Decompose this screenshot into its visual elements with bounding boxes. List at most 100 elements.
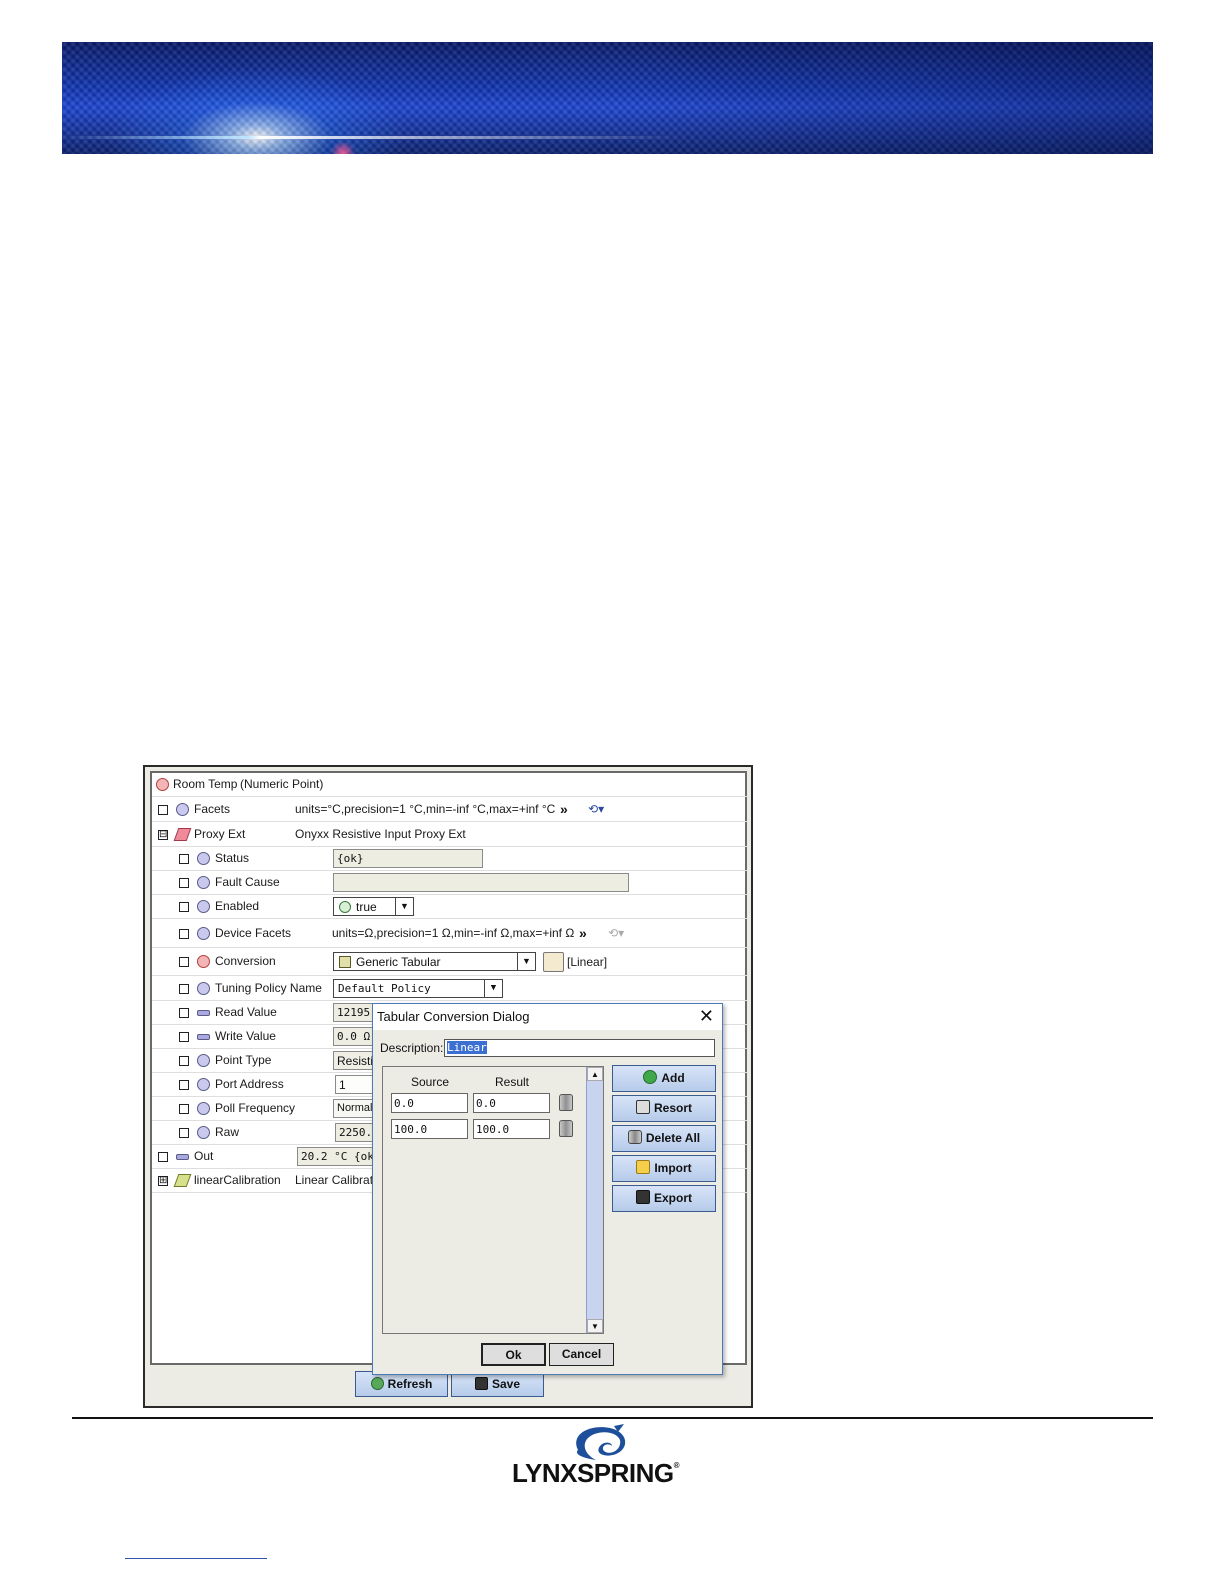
- tuning-policy-select[interactable]: Default Policy ▼: [333, 979, 503, 998]
- trash-icon[interactable]: [559, 1120, 573, 1137]
- row-toggle[interactable]: [179, 1080, 189, 1090]
- row-fault-cause[interactable]: Fault Cause: [152, 871, 747, 895]
- dialog-title: Tabular Conversion Dialog: [377, 1009, 530, 1024]
- proxy-ext-value: Onyxx Resistive Input Proxy Ext: [295, 827, 466, 841]
- row-toggle[interactable]: [179, 902, 189, 912]
- footer-rule: [72, 1417, 1153, 1419]
- row-expand-toggle[interactable]: ⊞: [158, 1176, 168, 1186]
- export-label: Export: [653, 1191, 692, 1205]
- facets-edit-chevron[interactable]: »: [560, 801, 568, 817]
- description-input[interactable]: Linear: [444, 1039, 715, 1057]
- description-value: Linear: [447, 1041, 487, 1054]
- property-icon: [197, 982, 210, 995]
- resort-button[interactable]: Resort: [612, 1095, 716, 1122]
- tabular-conversion-dialog: Tabular Conversion Dialog ✕ Description:…: [372, 1003, 723, 1375]
- row-label: Conversion: [215, 954, 276, 968]
- registered-mark: ®: [673, 1461, 680, 1470]
- trash-icon[interactable]: [559, 1094, 573, 1111]
- save-icon: [635, 1190, 650, 1204]
- property-icon: [197, 1054, 210, 1067]
- row-toggle[interactable]: [179, 929, 189, 939]
- column-header-source: Source: [411, 1075, 450, 1089]
- add-button[interactable]: Add: [612, 1065, 716, 1092]
- lynxspring-logo: LYNXSPRING®: [512, 1424, 687, 1488]
- description-label: Description:: [380, 1041, 444, 1055]
- refresh-icon: [370, 1377, 384, 1390]
- device-facets-edit-chevron[interactable]: »: [579, 925, 587, 941]
- delete-all-label: Delete All: [645, 1131, 701, 1145]
- row-label: Device Facets: [215, 926, 292, 940]
- footer-link-underline: [125, 1558, 267, 1559]
- row-label: Port Address: [215, 1077, 284, 1091]
- conversion-value: Generic Tabular: [356, 955, 441, 969]
- row-device-facets[interactable]: Device Facets units=Ω,precision=1 Ω,min=…: [152, 920, 747, 948]
- status-field: {ok}: [333, 849, 483, 868]
- scroll-down-arrow[interactable]: ▼: [587, 1319, 603, 1333]
- delete-all-button[interactable]: Delete All: [612, 1125, 716, 1152]
- sheet-subtitle: (Numeric Point): [240, 777, 324, 791]
- row-toggle[interactable]: [179, 1128, 189, 1138]
- dialog-titlebar: Tabular Conversion Dialog ✕: [373, 1004, 722, 1030]
- property-icon: [197, 1126, 210, 1139]
- property-icon: [176, 803, 189, 816]
- enabled-status-icon: [339, 901, 351, 913]
- chevron-down-icon[interactable]: ▼: [395, 898, 413, 915]
- ok-button[interactable]: Ok: [481, 1343, 546, 1366]
- chevron-down-icon[interactable]: ▼: [484, 980, 502, 997]
- cancel-button[interactable]: Cancel: [549, 1343, 614, 1366]
- linear-calibration-value: Linear Calibratio: [295, 1173, 383, 1187]
- logo-wordmark: LYNXSPRING®: [512, 1458, 687, 1489]
- row-toggle[interactable]: [179, 984, 189, 994]
- close-icon[interactable]: ✕: [699, 1006, 714, 1026]
- result-cell[interactable]: 0.0: [473, 1093, 550, 1113]
- row-label: linearCalibration: [194, 1173, 281, 1187]
- row-toggle[interactable]: [179, 1056, 189, 1066]
- row-label: Proxy Ext: [194, 827, 246, 841]
- resort-label: Resort: [653, 1101, 692, 1115]
- chevron-down-icon[interactable]: ▼: [517, 953, 535, 970]
- row-status[interactable]: Status {ok}: [152, 847, 747, 871]
- import-button[interactable]: Import: [612, 1155, 716, 1182]
- property-icon: [197, 1102, 210, 1115]
- row-toggle[interactable]: [179, 1104, 189, 1114]
- fault-cause-field: [333, 873, 629, 892]
- edit-conversion-icon[interactable]: [543, 952, 564, 972]
- row-enabled[interactable]: Enabled true ▼: [152, 895, 747, 919]
- enabled-select[interactable]: true ▼: [333, 897, 414, 916]
- table-scrollbar[interactable]: ▲ ▼: [586, 1067, 603, 1333]
- row-conversion[interactable]: Conversion Generic Tabular ▼ [Linear]: [152, 949, 747, 976]
- out-field: 20.2 °C {ok: [297, 1147, 377, 1166]
- row-toggle[interactable]: [158, 1152, 168, 1162]
- conversion-select[interactable]: Generic Tabular ▼: [333, 952, 536, 971]
- scroll-up-arrow[interactable]: ▲: [587, 1067, 603, 1081]
- result-cell[interactable]: 100.0: [473, 1119, 550, 1139]
- add-icon: [643, 1070, 658, 1084]
- conversion-table: Source Result 0.0 0.0 100.0 100.0 ▲ ▼: [382, 1066, 604, 1334]
- sort-icon: [635, 1100, 650, 1114]
- row-label: Poll Frequency: [215, 1101, 296, 1115]
- row-tuning-policy[interactable]: Tuning Policy Name Default Policy ▼: [152, 977, 747, 1001]
- property-icon: [197, 876, 210, 889]
- row-facets[interactable]: Facets units=°C,precision=1 °C,min=-inf …: [152, 798, 747, 822]
- property-icon: [197, 1078, 210, 1091]
- row-expand-toggle[interactable]: ⊟: [158, 830, 168, 840]
- row-toggle[interactable]: [179, 878, 189, 888]
- history-icon[interactable]: ⟲▾: [588, 802, 604, 816]
- proxy-ext-icon: [173, 828, 192, 841]
- folder-icon: [636, 1160, 651, 1174]
- row-label: Facets: [194, 802, 231, 816]
- row-toggle[interactable]: [158, 805, 168, 815]
- source-cell[interactable]: 100.0: [391, 1119, 468, 1139]
- property-icon: [197, 900, 210, 913]
- row-proxy-ext[interactable]: ⊟ Proxy Ext Onyxx Resistive Input Proxy …: [152, 823, 747, 847]
- export-button[interactable]: Export: [612, 1185, 716, 1212]
- source-cell[interactable]: 0.0: [391, 1093, 468, 1113]
- row-toggle[interactable]: [179, 957, 189, 967]
- device-facets-value: units=Ω,precision=1 Ω,min=-inf Ω,max=+in…: [332, 926, 575, 940]
- sheet-title: Room Temp: [173, 777, 238, 791]
- row-toggle[interactable]: [179, 1008, 189, 1018]
- row-toggle[interactable]: [179, 1032, 189, 1042]
- history-dropdown-arrow[interactable]: ▾: [598, 802, 604, 816]
- row-toggle[interactable]: [179, 854, 189, 864]
- history-dropdown-arrow: ▾: [618, 926, 625, 940]
